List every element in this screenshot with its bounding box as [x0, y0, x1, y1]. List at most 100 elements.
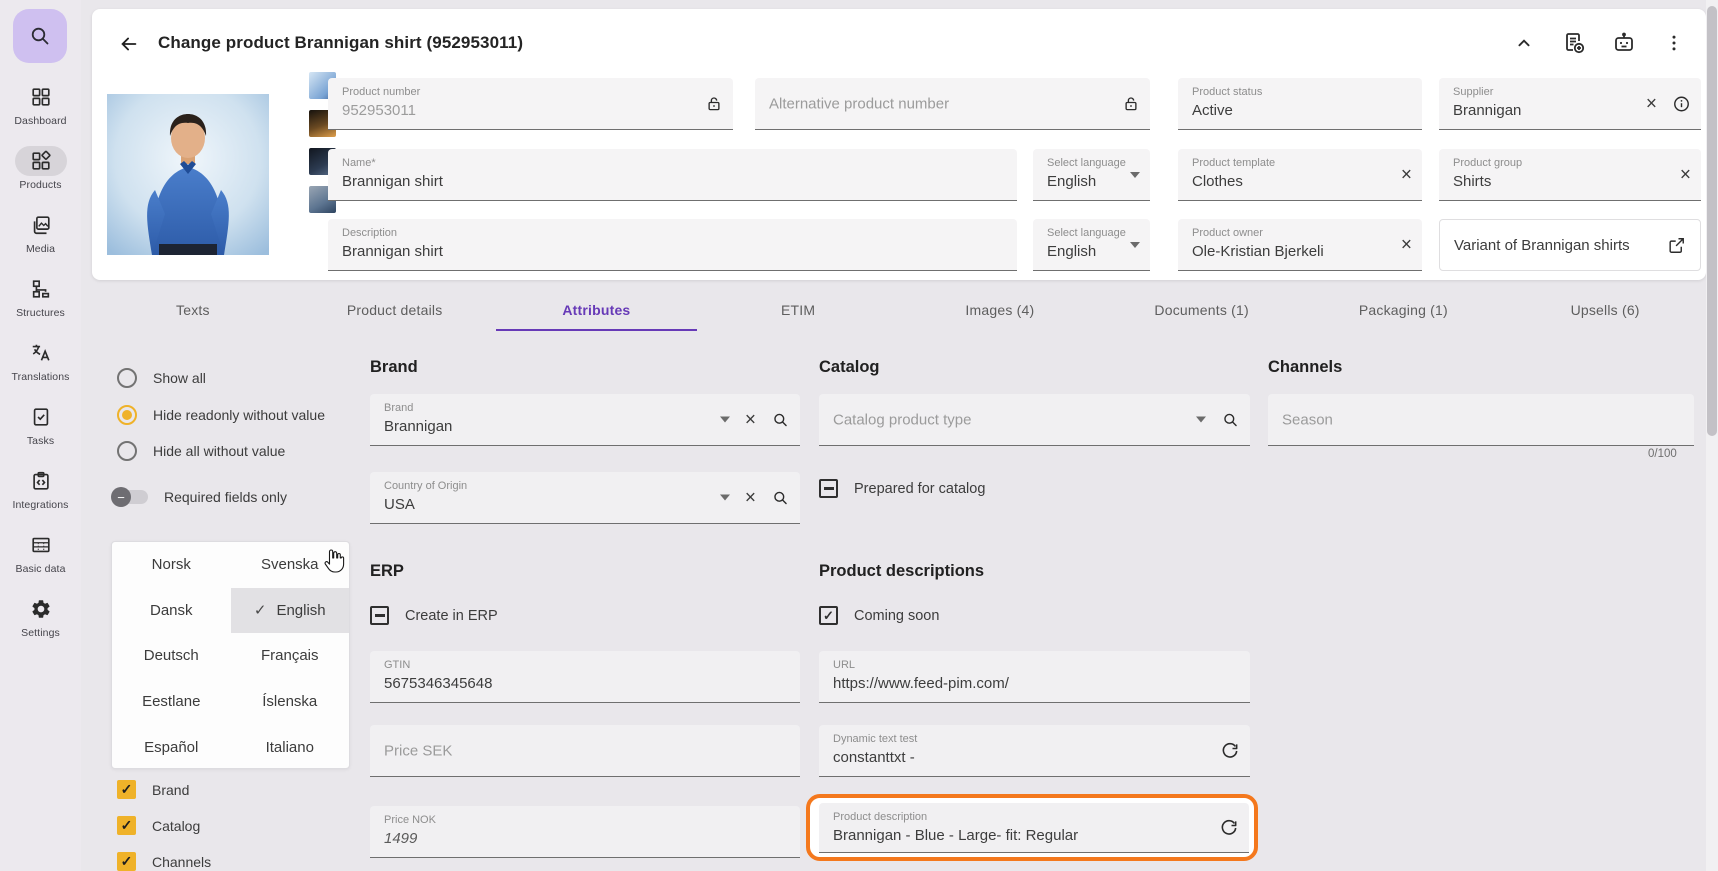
clear-icon[interactable]: × [1401, 235, 1412, 254]
create-in-erp-checkbox[interactable]: Create in ERP [370, 606, 498, 625]
gtin-field[interactable]: GTIN 5675346345648 [370, 651, 800, 703]
search-icon[interactable] [1221, 410, 1240, 429]
dynamic-text-test-field[interactable]: Dynamic text test constanttxt - [819, 725, 1250, 777]
catalog-product-type-field[interactable]: Catalog product type [819, 394, 1250, 446]
search-icon[interactable] [771, 410, 790, 429]
required-fields-toggle[interactable]: − Required fields only [114, 489, 287, 505]
scrollbar-thumb[interactable] [1707, 6, 1717, 436]
sidebar-search-button[interactable] [13, 9, 67, 63]
search-icon [28, 24, 52, 48]
back-button[interactable] [116, 31, 142, 57]
checkbox-checked-icon: ✓ [117, 852, 136, 871]
sidebar-item-label: Settings [21, 627, 60, 639]
sidebar-item-structures[interactable]: Structures [0, 264, 81, 328]
refresh-icon[interactable] [1219, 818, 1239, 838]
product-description-field[interactable]: Product description Brannigan - Blue - L… [819, 803, 1249, 853]
translations-icon [15, 338, 67, 368]
sidebar-item-translations[interactable]: Translations [0, 328, 81, 392]
settings-icon [15, 594, 67, 624]
clear-icon[interactable]: × [745, 488, 756, 507]
name-language-select[interactable]: Select language English [1033, 149, 1150, 201]
product-template-field[interactable]: Product template Clothes × [1178, 149, 1422, 201]
sidebar-item-tasks[interactable]: Tasks [0, 392, 81, 456]
price-nok-field[interactable]: Price NOK 1499 [370, 806, 800, 858]
tab-images[interactable]: Images (4) [899, 289, 1101, 331]
season-field[interactable]: Season [1268, 394, 1694, 446]
info-icon[interactable] [1672, 94, 1691, 113]
chevron-down-icon[interactable] [1196, 417, 1206, 423]
tab-packaging[interactable]: Packaging (1) [1303, 289, 1505, 331]
ai-robot-icon[interactable] [1612, 31, 1636, 55]
clear-icon[interactable]: × [1401, 165, 1412, 184]
alternative-product-number-field[interactable]: Alternative product number [755, 78, 1150, 130]
language-selector: Norsk Svenska Dansk ✓English Deutsch Fra… [111, 541, 350, 769]
language-option-francais[interactable]: Français [231, 633, 350, 679]
chevron-down-icon [1130, 172, 1140, 178]
sidebar-item-dashboard[interactable]: Dashboard [0, 72, 81, 136]
language-option-deutsch[interactable]: Deutsch [112, 633, 231, 679]
header-actions [1512, 31, 1686, 55]
description-field[interactable]: Description Brannigan shirt [328, 219, 1017, 271]
tab-documents[interactable]: Documents (1) [1101, 289, 1303, 331]
search-icon[interactable] [771, 488, 790, 507]
clear-icon[interactable]: × [1646, 94, 1657, 113]
language-option-italiano[interactable]: Italiano [231, 724, 350, 769]
integrations-icon [15, 466, 67, 496]
refresh-icon[interactable] [1220, 741, 1240, 761]
group-checkbox-brand[interactable]: ✓ Brand [117, 780, 189, 799]
sidebar-item-products[interactable]: Products [0, 136, 81, 200]
sidebar-item-label: Structures [16, 307, 65, 319]
chevron-down-icon[interactable] [720, 417, 730, 423]
language-option-english[interactable]: ✓English [231, 588, 350, 634]
language-option-islenska[interactable]: Íslenska [231, 679, 350, 725]
tab-bar: Texts Product details Attributes ETIM Im… [92, 289, 1706, 331]
clear-icon[interactable]: × [1680, 165, 1691, 184]
lock-icon [1122, 95, 1140, 113]
product-owner-field[interactable]: Product owner Ole-Kristian Bjerkeli × [1178, 219, 1422, 271]
radio-hide-all[interactable]: Hide all without value [117, 441, 285, 461]
radio-show-all[interactable]: Show all [117, 368, 206, 388]
sidebar-item-settings[interactable]: Settings [0, 584, 81, 648]
language-option-eestlane[interactable]: Eestlane [112, 679, 231, 725]
section-heading-catalog: Catalog [819, 358, 880, 377]
products-icon [15, 146, 67, 176]
collapse-icon[interactable] [1512, 31, 1536, 55]
page-scrollbar[interactable] [1706, 0, 1718, 871]
tab-product-details[interactable]: Product details [294, 289, 496, 331]
variant-link-button[interactable]: Variant of Brannigan shirts [1439, 219, 1701, 271]
tab-upsells[interactable]: Upsells (6) [1504, 289, 1706, 331]
url-field[interactable]: URL https://www.feed-pim.com/ [819, 651, 1250, 703]
radio-hide-readonly[interactable]: Hide readonly without value [117, 405, 325, 425]
language-option-norsk[interactable]: Norsk [112, 542, 231, 588]
price-sek-field[interactable]: Price SEK [370, 725, 800, 777]
sidebar-item-media[interactable]: Media [0, 200, 81, 264]
country-of-origin-field[interactable]: Country of Origin USA × [370, 472, 800, 524]
basic-data-icon [15, 530, 67, 560]
sidebar-nav: Dashboard Products Media Structures Tran… [0, 72, 81, 648]
sidebar-item-basic-data[interactable]: Basic data [0, 520, 81, 584]
brand-field[interactable]: Brand Brannigan × [370, 394, 800, 446]
tab-texts[interactable]: Texts [92, 289, 294, 331]
coming-soon-checkbox[interactable]: ✓ Coming soon [819, 606, 939, 625]
description-language-select[interactable]: Select language English [1033, 219, 1150, 271]
sidebar-item-integrations[interactable]: Integrations [0, 456, 81, 520]
product-group-field[interactable]: Product group Shirts × [1439, 149, 1701, 201]
clear-icon[interactable]: × [745, 410, 756, 429]
more-options-icon[interactable] [1662, 31, 1686, 55]
chevron-down-icon[interactable] [720, 495, 730, 501]
group-checkbox-channels[interactable]: ✓ Channels [117, 852, 211, 871]
product-status-field[interactable]: Product status Active [1178, 78, 1422, 130]
group-checkbox-catalog[interactable]: ✓ Catalog [117, 816, 200, 835]
name-field[interactable]: Name* Brannigan shirt [328, 149, 1017, 201]
add-document-icon[interactable] [1562, 31, 1586, 55]
tab-attributes[interactable]: Attributes [496, 289, 698, 331]
prepared-for-catalog-checkbox[interactable]: Prepared for catalog [819, 479, 985, 498]
language-option-espanol[interactable]: Español [112, 724, 231, 769]
tab-etim[interactable]: ETIM [697, 289, 899, 331]
page-title: Change product Brannigan shirt (95295301… [158, 33, 523, 53]
supplier-field[interactable]: Supplier Brannigan × [1439, 78, 1701, 130]
language-option-dansk[interactable]: Dansk [112, 588, 231, 634]
language-option-svenska[interactable]: Svenska [231, 542, 350, 588]
product-number-field[interactable]: Product number 952953011 [328, 78, 733, 130]
product-image[interactable] [107, 94, 269, 255]
